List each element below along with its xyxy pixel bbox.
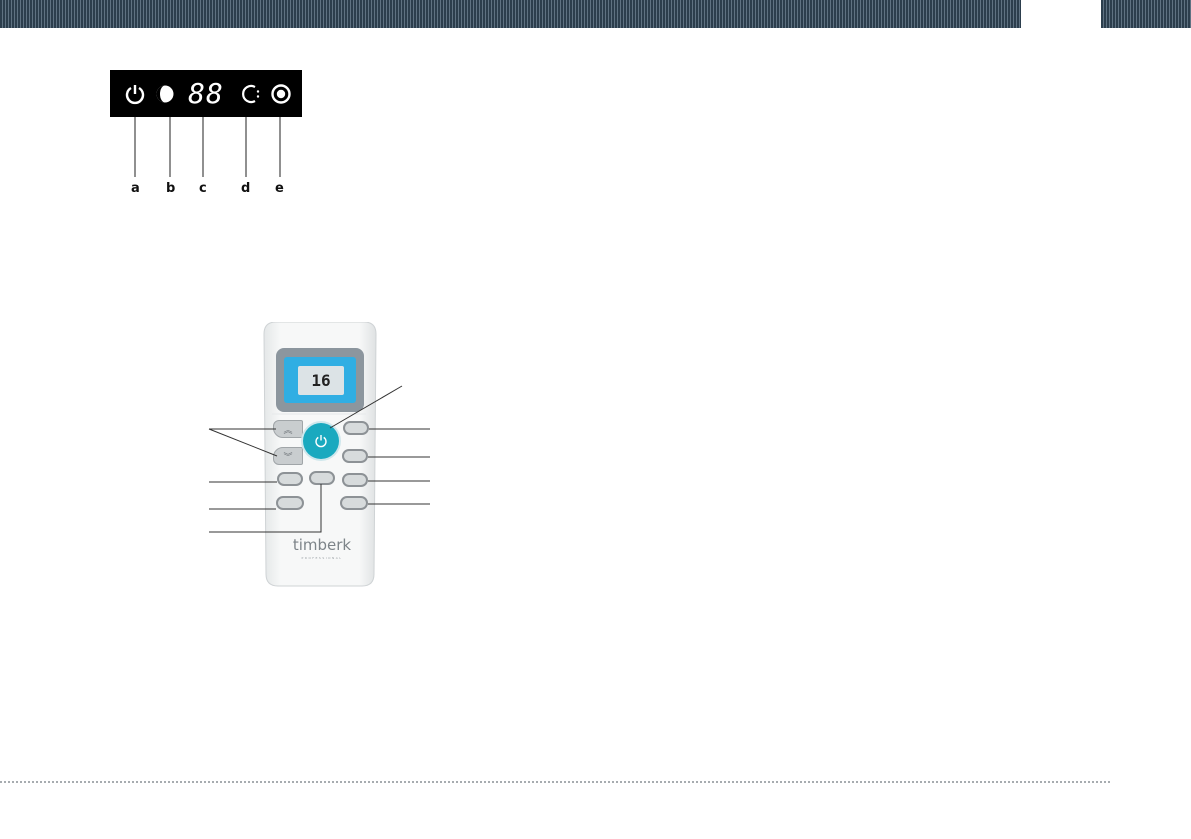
remote-leader-lines	[208, 385, 430, 533]
footer-divider	[0, 781, 1110, 783]
